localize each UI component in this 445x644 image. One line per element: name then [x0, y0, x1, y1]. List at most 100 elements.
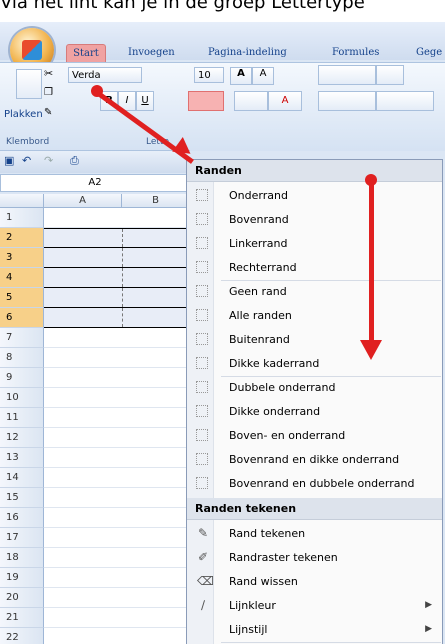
table-row[interactable]	[44, 608, 190, 628]
font-size-select[interactable]: 10	[194, 67, 224, 83]
row-header[interactable]: 16	[0, 508, 44, 528]
table-row[interactable]	[44, 428, 190, 448]
tab-pagina-indeling[interactable]: Pagina-indeling	[208, 44, 287, 62]
orientation-icon[interactable]	[376, 65, 404, 85]
menu-item-border[interactable]: Bovenrand en dubbele onderrand	[187, 472, 442, 495]
redo-icon[interactable]: ↷	[44, 154, 53, 167]
menu-item-border[interactable]: Dikke kaderrand	[187, 352, 442, 375]
table-row[interactable]	[44, 328, 190, 348]
row-header[interactable]: 21	[0, 608, 44, 628]
tab-start[interactable]: Start	[66, 44, 106, 63]
name-box[interactable]: A2	[0, 174, 190, 192]
cut-icon[interactable]: ✂	[44, 67, 53, 80]
save-icon[interactable]: ▣	[4, 154, 14, 167]
menu-item-draw[interactable]: ✎ Rand tekenen	[187, 522, 442, 545]
table-row[interactable]	[44, 368, 190, 388]
paste-button-label[interactable]: Plakken	[4, 109, 43, 120]
row-header[interactable]: 7	[0, 328, 44, 348]
table-row[interactable]	[44, 348, 190, 368]
table-row[interactable]	[44, 248, 190, 268]
table-row[interactable]	[44, 288, 190, 308]
blank-icon	[197, 623, 209, 635]
row-header[interactable]: 10	[0, 388, 44, 408]
row-header[interactable]: 2	[0, 228, 44, 248]
row-header[interactable]: 4	[0, 268, 44, 288]
menu-item-draw[interactable]: ∕ Lijnkleur ▶	[187, 594, 442, 617]
table-row[interactable]	[44, 548, 190, 568]
row-header[interactable]: 5	[0, 288, 44, 308]
tab-invoegen[interactable]: Invoegen	[128, 44, 175, 62]
tab-formules[interactable]: Formules	[332, 44, 379, 62]
menu-item-draw[interactable]: ✐ Randraster tekenen	[187, 546, 442, 569]
align-center-icon[interactable]	[318, 91, 376, 111]
table-row[interactable]	[44, 448, 190, 468]
underline-button[interactable]: U	[136, 91, 154, 111]
menu-item-draw[interactable]: ⌫ Rand wissen	[187, 570, 442, 593]
shrink-font-icon[interactable]: A	[252, 67, 274, 85]
row-header[interactable]: 14	[0, 468, 44, 488]
table-row[interactable]	[44, 408, 190, 428]
menu-item-border[interactable]: Onderrand	[187, 184, 442, 207]
table-row[interactable]	[44, 528, 190, 548]
menu-item-border[interactable]: Linkerrand	[187, 232, 442, 255]
table-row[interactable]	[44, 508, 190, 528]
table-row[interactable]	[44, 628, 190, 644]
menu-item-border[interactable]: Rechterrand	[187, 256, 442, 279]
print-preview-icon[interactable]: ⎙	[70, 154, 79, 168]
column-header-b[interactable]: B	[122, 194, 190, 208]
menu-item-draw[interactable]: Lijnstijl ▶	[187, 618, 442, 641]
borders-button[interactable]	[188, 91, 224, 111]
menu-item-border[interactable]: Dubbele onderrand	[187, 376, 442, 399]
font-name-select[interactable]: Verda	[68, 67, 142, 83]
undo-icon[interactable]: ↶	[22, 154, 31, 167]
tab-gegevens[interactable]: Gege	[416, 44, 442, 62]
column-header-a[interactable]: A	[44, 194, 122, 208]
menu-item-border[interactable]: Bovenrand	[187, 208, 442, 231]
submenu-arrow-icon: ▶	[425, 624, 432, 634]
row-header[interactable]: 3	[0, 248, 44, 268]
table-row[interactable]	[44, 568, 190, 588]
menu-item-border[interactable]: Bovenrand en dikke onderrand	[187, 448, 442, 471]
menu-item-border[interactable]: Geen rand	[187, 280, 442, 303]
row-header[interactable]: 6	[0, 308, 44, 328]
table-row[interactable]	[44, 388, 190, 408]
table-row[interactable]	[44, 268, 190, 288]
table-row[interactable]	[44, 468, 190, 488]
copy-icon[interactable]: ❐	[44, 87, 53, 98]
row-header[interactable]: 18	[0, 548, 44, 568]
menu-item-label: Dikke onderrand	[229, 405, 321, 418]
table-row[interactable]	[44, 488, 190, 508]
menu-item-border[interactable]: Boven- en onderrand	[187, 424, 442, 447]
row-header[interactable]: 19	[0, 568, 44, 588]
table-row[interactable]	[44, 228, 190, 248]
row-header[interactable]: 9	[0, 368, 44, 388]
row-header[interactable]: 8	[0, 348, 44, 368]
row-header[interactable]: 17	[0, 528, 44, 548]
grow-font-icon[interactable]: A	[230, 67, 252, 85]
table-row[interactable]	[44, 308, 190, 328]
row-header[interactable]: 15	[0, 488, 44, 508]
border-style-icon	[196, 189, 208, 201]
table-row[interactable]	[44, 208, 190, 228]
row-header[interactable]: 12	[0, 428, 44, 448]
table-row[interactable]	[44, 588, 190, 608]
row-header[interactable]: 1	[0, 208, 44, 228]
spreadsheet-grid[interactable]: A B 1 2 3 4 5 6 7 8 9 10 11 12 13 14 15 16 17 18 19 20 21 22	[0, 194, 190, 644]
row-header[interactable]: 11	[0, 408, 44, 428]
row-header[interactable]: 20	[0, 588, 44, 608]
select-all-corner[interactable]	[0, 194, 44, 208]
font-color-icon[interactable]: A	[268, 91, 302, 111]
indent-icon[interactable]	[376, 91, 434, 111]
format-painter-icon[interactable]: ✎	[44, 107, 52, 118]
menu-item-border[interactable]: Alle randen	[187, 304, 442, 327]
menu-item-label: Bovenrand	[229, 213, 289, 226]
menu-item-label: Boven- en onderrand	[229, 429, 346, 442]
align-top-icon[interactable]	[318, 65, 376, 85]
row-header[interactable]: 13	[0, 448, 44, 468]
row-header[interactable]: 22	[0, 628, 44, 644]
menu-item-border[interactable]: Buitenrand	[187, 328, 442, 351]
fill-color-icon[interactable]	[234, 91, 268, 111]
paste-icon[interactable]	[16, 69, 42, 99]
menu-item-border[interactable]: Dikke onderrand	[187, 400, 442, 423]
border-style-icon	[196, 405, 208, 417]
